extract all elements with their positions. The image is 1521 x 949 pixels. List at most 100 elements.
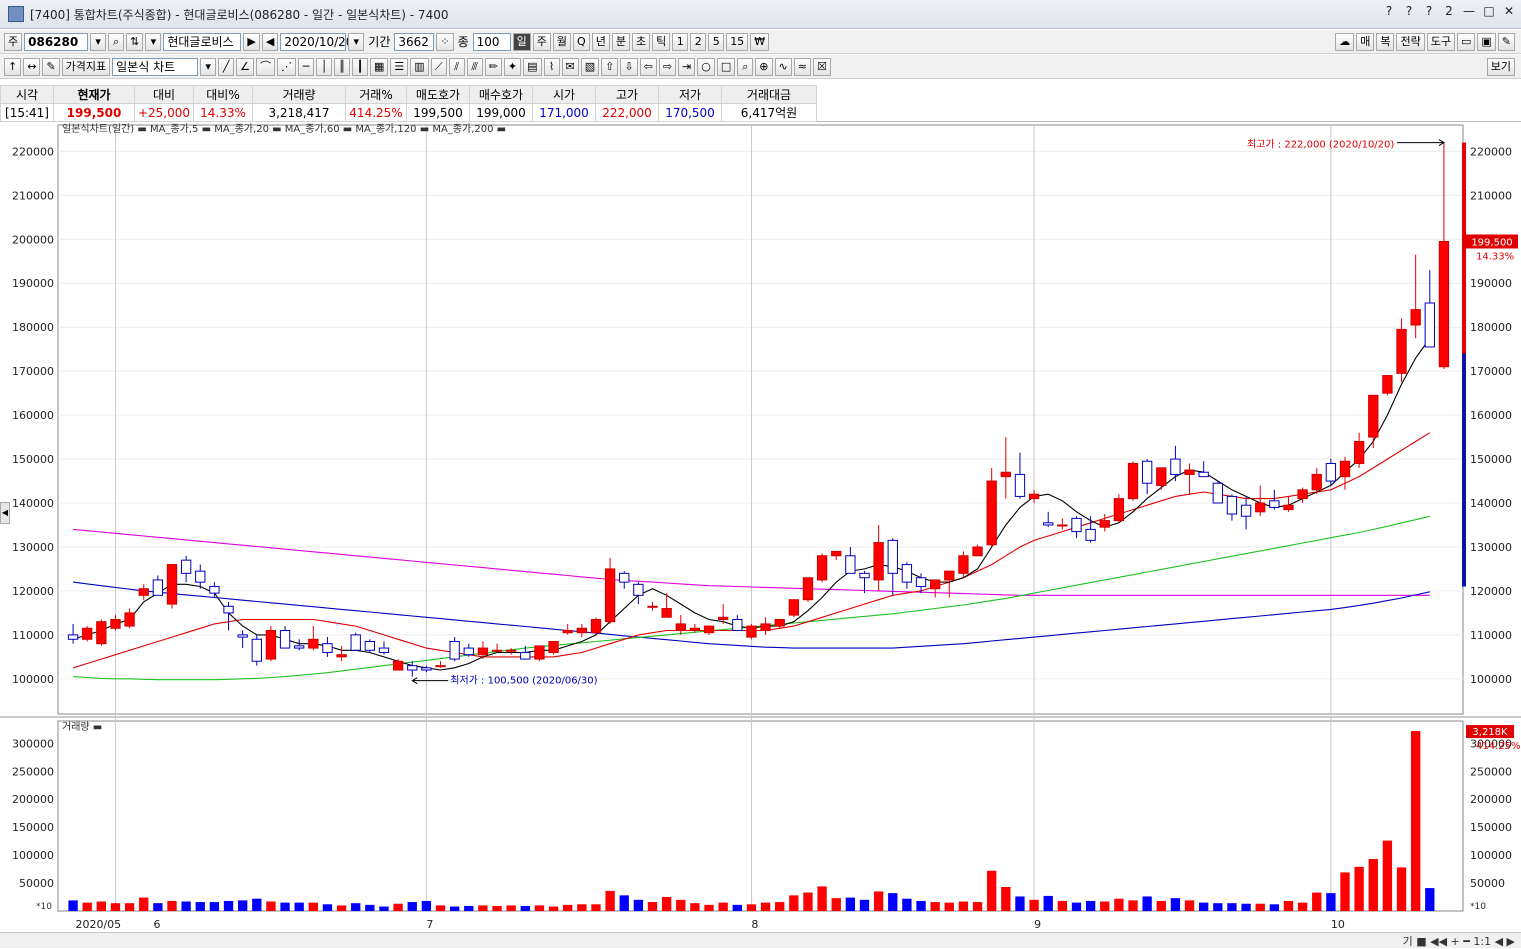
period-input[interactable]: 3662	[394, 32, 435, 51]
volume-bar	[760, 902, 771, 911]
close-button[interactable]: ✕	[1503, 4, 1515, 18]
minimize-button[interactable]: —	[1463, 4, 1475, 18]
channel-tool-icon[interactable]: ⫽	[448, 57, 465, 76]
trade-button[interactable]: 매	[1356, 32, 1375, 51]
arrow-right-tool-icon[interactable]: ⇨	[658, 57, 677, 76]
clear-icon[interactable]: ☒	[812, 57, 831, 76]
price-tick-label-left: 220000	[12, 145, 54, 158]
fibo-retrace-icon[interactable]: ☰	[390, 57, 409, 76]
chart-type-dropdown-icon[interactable]: ▾	[200, 57, 217, 76]
up-arrow-icon[interactable]: ↑	[4, 57, 22, 76]
pencil-icon[interactable]: ✏	[484, 57, 502, 76]
next-stock-button[interactable]: ▶	[243, 32, 260, 51]
vertical-line-icon[interactable]: │	[316, 57, 333, 76]
trend-tool-icon[interactable]: ⟋	[430, 57, 447, 76]
volume-bar	[972, 902, 983, 911]
period-month-tab[interactable]: 월	[552, 32, 572, 51]
maximize-button[interactable]: □	[1483, 4, 1495, 18]
arrow-up-tool-icon[interactable]: ⇧	[601, 57, 619, 76]
volume-bar	[1283, 900, 1294, 911]
market-type-button[interactable]: 주	[4, 32, 23, 51]
turnover-value: 6,417억원	[721, 103, 817, 122]
chart-area[interactable]: 100000 100000 110000 110000 120000 120000 1300…	[0, 121, 1521, 935]
period-week-tab[interactable]: 주	[532, 32, 551, 51]
wrench-icon[interactable]: ✎	[1497, 32, 1515, 51]
period-year-tab[interactable]: 년	[591, 32, 610, 51]
period-minute-tab[interactable]: 분	[611, 32, 630, 51]
view-button[interactable]: 보기	[1486, 57, 1515, 76]
multi-button[interactable]: 복	[1376, 32, 1395, 51]
arc-tool-icon[interactable]: ⌒	[256, 57, 276, 76]
note-icon[interactable]: ✉	[561, 57, 579, 76]
angle-tool-icon[interactable]: ∠	[236, 57, 255, 76]
rect-tool-icon[interactable]: □	[716, 57, 736, 76]
circle-tool-icon[interactable]: ○	[697, 57, 715, 76]
zoom-icon[interactable]: ⌕	[737, 57, 754, 76]
volume-bar	[435, 905, 446, 911]
indicator-button[interactable]: 가격지표	[61, 57, 111, 76]
left-collapse-button[interactable]: ◀	[0, 502, 10, 524]
candle-body	[929, 579, 941, 590]
arrow-down-tool-icon[interactable]: ⇩	[620, 57, 638, 76]
palette-icon[interactable]: ▤	[523, 57, 542, 76]
bars-tool-icon[interactable]: ▥	[410, 57, 429, 76]
fan-tool-icon[interactable]: ⋰	[277, 57, 297, 76]
picture-icon[interactable]: ▧	[580, 57, 600, 76]
candlestick-chart[interactable]: 100000 100000 110000 110000 120000 120000 1300…	[0, 121, 1521, 935]
arrow-left-tool-icon[interactable]: ⇦	[639, 57, 657, 76]
folder-icon[interactable]: ▭	[1456, 32, 1476, 51]
currency-icon[interactable]: ₩	[750, 32, 770, 51]
grid-tool-icon[interactable]: ▦	[370, 57, 389, 76]
period-tick-tab[interactable]: 틱	[652, 32, 671, 51]
volume-bar	[1015, 896, 1025, 911]
count-input[interactable]: 100	[472, 32, 511, 51]
candle-body	[180, 559, 192, 574]
screen-count-button[interactable]: 2	[1443, 4, 1455, 18]
sort-icon[interactable]: ⇅	[126, 32, 144, 51]
period-spin-icon[interactable]: ⁘	[436, 32, 454, 51]
period-quarter-tab[interactable]: Q	[573, 32, 590, 51]
signal-icon[interactable]: ≈	[793, 57, 811, 76]
magic-icon[interactable]: ✦	[503, 57, 522, 76]
option-icon[interactable]: ?	[1423, 4, 1435, 18]
volume-bar	[859, 899, 870, 911]
horizontal-line-icon[interactable]: ─	[298, 57, 315, 76]
interval-1-button[interactable]: 1	[672, 32, 689, 51]
brush-icon[interactable]: ⌇	[543, 57, 560, 76]
volume-bar	[181, 901, 191, 911]
date-dropdown-icon[interactable]: ▾	[348, 32, 365, 51]
zoom-area-icon[interactable]: ⊕	[755, 57, 773, 76]
fibo-time-icon[interactable]: ┃	[352, 57, 369, 76]
interval-15-button[interactable]: 15	[726, 32, 749, 51]
volume-panel	[57, 720, 1464, 912]
save-icon[interactable]: ▣	[1477, 32, 1496, 51]
strategy-button[interactable]: 전략	[1396, 32, 1425, 51]
prev-stock-button[interactable]: ◀	[261, 32, 279, 51]
period-day-tab[interactable]: 일	[512, 32, 531, 51]
volume-bar	[775, 902, 785, 911]
search-icon[interactable]: ⌕	[108, 32, 125, 51]
parallel-tool-icon[interactable]: ⫻	[466, 57, 483, 76]
candle-body	[308, 638, 319, 649]
help-icon[interactable]: ?	[1383, 4, 1395, 18]
question-icon[interactable]: ?	[1403, 4, 1415, 18]
edit-icon[interactable]: ✎	[42, 57, 60, 76]
wave-icon[interactable]: ∿	[774, 57, 792, 76]
tools-button[interactable]: 도구	[1426, 32, 1455, 51]
candle-body	[336, 654, 347, 658]
dropdown-icon[interactable]: ▾	[145, 32, 162, 51]
volume-unit-label: *10	[36, 902, 52, 912]
chart-type-select[interactable]: 일본식 차트	[112, 57, 199, 76]
interval-2-button[interactable]: 2	[690, 32, 707, 51]
stock-code-input[interactable]: 086280	[24, 32, 89, 51]
cloud-icon[interactable]: ☁	[1335, 32, 1355, 51]
period-second-tab[interactable]: 초	[631, 32, 651, 51]
export-icon[interactable]: ⇥	[678, 57, 696, 76]
date-input[interactable]: 2020/10/20	[280, 32, 353, 51]
expand-icon[interactable]: ↔	[23, 57, 41, 76]
line-tool-icon[interactable]: ╱	[218, 57, 235, 76]
volume-tick-label-right: 100000	[1470, 849, 1512, 862]
cycle-lines-icon[interactable]: ║	[334, 57, 351, 76]
interval-5-button[interactable]: 5	[708, 32, 725, 51]
code-dropdown-icon[interactable]: ▾	[90, 32, 107, 51]
